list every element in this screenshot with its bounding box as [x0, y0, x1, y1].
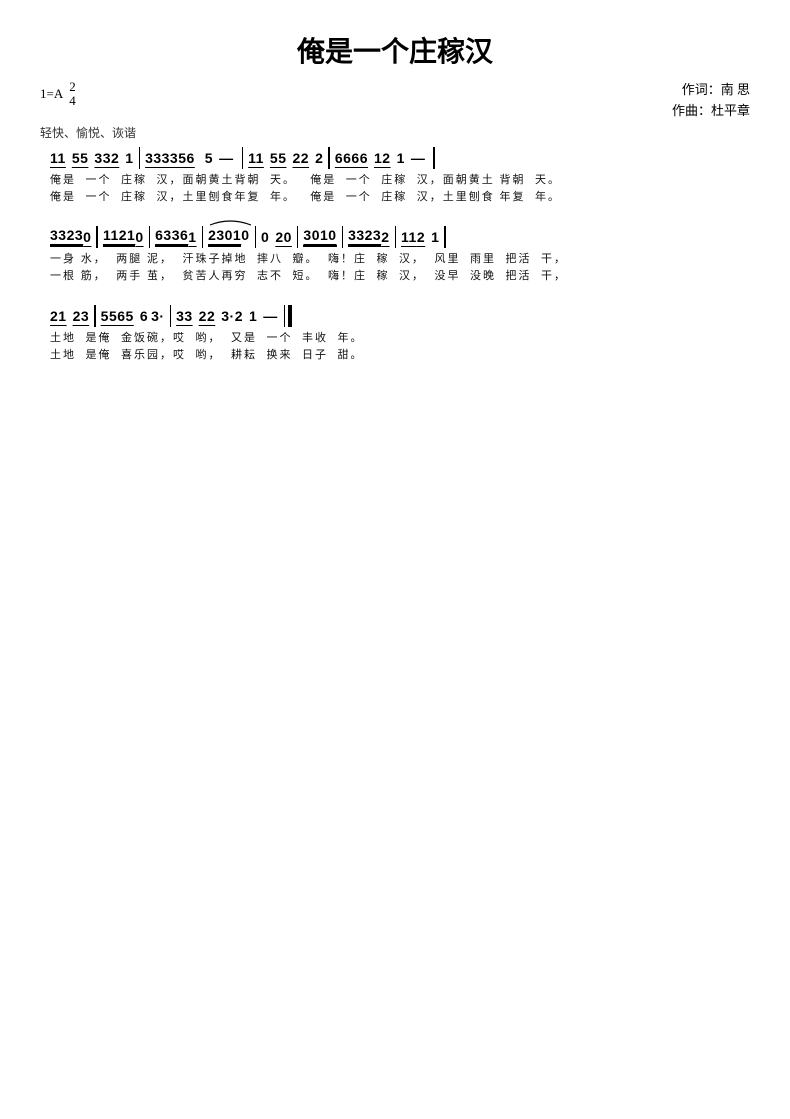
- note: 2: [235, 308, 243, 324]
- note: 0: [241, 227, 249, 243]
- note-group: 11: [248, 150, 264, 166]
- note: 5: [205, 150, 213, 166]
- note-group: 12: [374, 150, 391, 166]
- note-group: 3323: [348, 227, 381, 247]
- barline: [96, 226, 98, 248]
- note-group: 5565: [101, 308, 134, 324]
- note: 3: [151, 308, 159, 324]
- time-sig-top: 2: [69, 80, 76, 94]
- note-group: 33: [176, 308, 193, 324]
- end-barline: [284, 305, 293, 327]
- note: 0: [83, 229, 91, 245]
- credits: 作词：南 思 作曲：杜平章: [672, 80, 750, 122]
- notation-row-3: 21 23 5565 6 3 · 33 22 3·2 1 —: [50, 305, 740, 327]
- note: 0: [135, 229, 143, 245]
- note: 1: [397, 150, 405, 166]
- note-group: 333356: [145, 150, 195, 166]
- note-group: 23: [73, 308, 90, 324]
- lyrics-row3-line1: 土地 是俺 金饭碗，哎 哟， 又是 一个 丰收 年。: [50, 330, 740, 347]
- time-signature: 2 4: [69, 80, 76, 109]
- long-note: —: [411, 150, 426, 166]
- long-note: —: [219, 150, 234, 166]
- note: 0: [261, 229, 269, 245]
- tempo-marking: 轻快、愉悦、诙谐: [40, 124, 750, 141]
- note-group: 332: [94, 150, 119, 166]
- dotted-note: ·: [159, 308, 164, 324]
- lyrics-row1-line1: 俺是 一个 庄稼 汉，面朝黄土背朝 天。 俺是 一个 庄稼 汉，面朝黄土 背朝 …: [50, 172, 740, 189]
- barline: [255, 226, 257, 248]
- note-group: 21: [50, 308, 67, 324]
- note-group: 11: [50, 150, 66, 166]
- long-note: —: [263, 308, 278, 324]
- time-sig-bottom: 4: [69, 94, 76, 108]
- key-time-signature: 1=A 2 4: [40, 80, 76, 109]
- music-row-1: 11 55 332 1 333356 5 — 11 55 22 2: [40, 147, 750, 206]
- composer-label: 作曲：杜平章: [672, 101, 750, 122]
- notation-row-2: 33230 11210 63361 23010 0 20 3010 33232: [50, 226, 740, 248]
- note-group: 22: [292, 150, 309, 166]
- barline: [94, 305, 96, 327]
- barline: [328, 147, 330, 169]
- note-group: 2301: [208, 227, 241, 247]
- barline: [170, 305, 172, 327]
- music-row-3: 21 23 5565 6 3 · 33 22 3·2 1 —: [40, 305, 750, 364]
- barline: [202, 226, 204, 248]
- note-group: 1121: [103, 227, 135, 247]
- music-row-2: 33230 11210 63361 23010 0 20 3010 33232: [40, 226, 750, 285]
- note: 1: [431, 229, 439, 245]
- barline: [433, 147, 435, 169]
- note: 2: [315, 150, 323, 166]
- note-group: 22: [199, 308, 216, 324]
- note-group: 3323: [50, 227, 83, 247]
- note-group: 55: [270, 150, 287, 166]
- barline: [297, 226, 299, 248]
- note-group: 6666: [335, 150, 368, 166]
- note: 2: [381, 229, 389, 245]
- meta-row: 1=A 2 4 作词：南 思 作曲：杜平章: [40, 80, 750, 122]
- barline: [444, 226, 446, 248]
- note-group: 112: [401, 229, 425, 245]
- notation-row-1: 11 55 332 1 333356 5 — 11 55 22 2: [50, 147, 740, 169]
- note-group: 6336: [155, 227, 188, 247]
- key-label: 1=A: [40, 86, 63, 102]
- note: 6: [140, 308, 148, 324]
- barline: [139, 147, 141, 169]
- lyrics-row2-line1: 一身 水， 两腿 泥， 汗珠子掉地 摔八 瓣。 嗨！庄 稼 汉， 风里 雨里 把…: [50, 251, 740, 268]
- lyrics-row1-line2: 俺是 一个 庄稼 汉，土里刨食年复 年。 俺是 一个 庄稼 汉，土里刨食 年复 …: [50, 189, 740, 206]
- note-group: 3010: [303, 227, 336, 247]
- page-title: 俺是一个庄稼汉: [40, 30, 750, 70]
- note: 1: [188, 229, 196, 245]
- arc-group: 23010: [208, 227, 249, 247]
- page: 俺是一个庄稼汉 1=A 2 4 作词：南 思 作曲：杜平章 轻快、愉悦、诙谐 1…: [0, 0, 790, 1119]
- lyrics-row3-line2: 土地 是俺 喜乐园，哎 哟， 耕耘 换来 日子 甜。: [50, 347, 740, 364]
- barline: [149, 226, 151, 248]
- barline: [242, 147, 244, 169]
- note-group: 55: [72, 150, 89, 166]
- barline: [342, 226, 344, 248]
- barline: [395, 226, 397, 248]
- note-group: 20: [275, 229, 292, 245]
- note: 1: [249, 308, 257, 324]
- note: 1: [125, 150, 133, 166]
- lyrics-row2-line2: 一根 筋， 两手 茧， 贫苦人再穷 志不 短。 嗨！庄 稼 汉， 没早 没晚 把…: [50, 268, 740, 285]
- note: 3: [221, 308, 229, 324]
- lyricist-label: 作词：南 思: [672, 80, 750, 101]
